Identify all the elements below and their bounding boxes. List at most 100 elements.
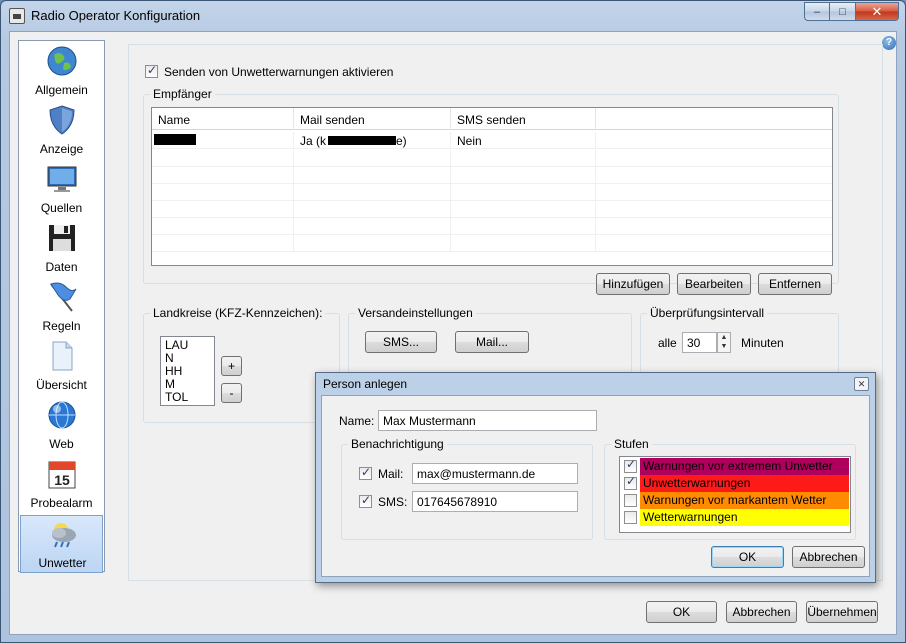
interval-spinner[interactable]: ▲ ▼ <box>717 332 731 353</box>
sms-settings-button[interactable]: SMS... <box>365 331 437 353</box>
interval-prefix: alle <box>658 336 677 350</box>
web-globe-icon <box>48 401 76 429</box>
level-weather-checkbox[interactable] <box>624 511 637 524</box>
recipients-group: Empfänger Name Mail senden SMS senden Ja… <box>143 87 839 295</box>
mail-input[interactable]: max@mustermann.de <box>412 463 578 484</box>
level-weather-label: Wetterwarnungen <box>640 509 849 526</box>
recipients-list[interactable]: Name Mail senden SMS senden Ja (k e) Nei… <box>151 107 833 266</box>
sidebar-item-label: Daten <box>45 260 78 274</box>
column-sms[interactable]: SMS senden <box>451 108 596 130</box>
list-item <box>152 184 832 201</box>
cancel-button[interactable]: Abbrechen <box>726 601 797 623</box>
districts-group: Landkreise (KFZ-Kennzeichen): LAU N HH M… <box>143 306 340 423</box>
sidebar-item-label: Übersicht <box>36 378 87 392</box>
levels-group: Stufen Warnungen vor extremem Unwetter U… <box>604 437 856 540</box>
districts-group-title: Landkreise (KFZ-Kennzeichen): <box>150 306 326 320</box>
person-dialog: Person anlegen ✕ Name: Max Mustermann Be… <box>315 372 876 583</box>
add-recipient-button[interactable]: Hinzufügen <box>596 273 670 295</box>
sidebar-item-unwetter[interactable]: Unwetter <box>20 515 103 573</box>
svg-text:15: 15 <box>54 472 70 488</box>
sidebar-item-uebersicht[interactable]: Übersicht <box>20 338 103 396</box>
recipient-name-cell <box>152 132 294 149</box>
window-title: Radio Operator Konfiguration <box>31 8 201 23</box>
level-marked-row[interactable]: Warnungen vor markantem Wetter <box>620 492 850 509</box>
remove-recipient-button[interactable]: Entfernen <box>758 273 832 295</box>
list-item <box>152 150 832 167</box>
level-marked-checkbox[interactable] <box>624 494 637 507</box>
sidebar-item-label: Allgemein <box>35 83 88 97</box>
help-icon[interactable]: ? <box>882 36 896 50</box>
dialog-cancel-button[interactable]: Abbrechen <box>792 546 865 568</box>
name-input[interactable]: Max Mustermann <box>378 410 597 431</box>
document-icon <box>52 341 73 371</box>
list-item[interactable]: TOL <box>165 391 210 404</box>
list-item <box>152 218 832 235</box>
recipient-filler-cell <box>596 132 832 149</box>
interval-input[interactable]: 30 <box>682 332 717 353</box>
dialog-client-area: Name: Max Mustermann Benachrichtigung Ma… <box>321 395 870 577</box>
column-mail[interactable]: Mail senden <box>294 108 451 130</box>
minimize-button[interactable]: – <box>804 2 830 21</box>
level-severe-row[interactable]: Unwetterwarnungen <box>620 475 850 492</box>
name-label: Name: <box>339 414 375 428</box>
ok-button[interactable]: OK <box>646 601 717 623</box>
level-extreme-checkbox[interactable] <box>624 458 637 473</box>
interval-unit: Minuten <box>741 336 784 350</box>
sidebar-item-regeln[interactable]: Regeln <box>20 279 103 337</box>
mail-label: Mail: <box>378 467 404 481</box>
maximize-button[interactable]: □ <box>830 2 856 21</box>
sidebar-item-label: Anzeige <box>39 142 84 156</box>
apply-button[interactable]: Übernehmen <box>806 601 878 623</box>
sidebar-item-web[interactable]: Web <box>20 397 103 455</box>
level-marked-label: Warnungen vor markantem Wetter <box>640 492 849 509</box>
dialog-close-button[interactable]: ✕ <box>854 377 869 391</box>
mail-checkbox[interactable] <box>359 465 372 480</box>
enable-warnings-checkbox[interactable] <box>145 63 158 78</box>
mail-settings-button[interactable]: Mail... <box>455 331 529 353</box>
recipient-sms-cell: Nein <box>451 132 596 149</box>
sms-label: SMS: <box>378 495 408 509</box>
table-row[interactable]: Ja (k e) Nein <box>152 132 832 149</box>
monitor-icon <box>47 166 77 192</box>
districts-listbox[interactable]: LAU N HH M TOL <box>160 336 215 406</box>
add-district-button[interactable]: + <box>221 356 242 376</box>
recipients-list-header: Name Mail senden SMS senden <box>152 108 832 130</box>
edit-recipient-button[interactable]: Bearbeiten <box>677 273 751 295</box>
remove-district-button[interactable]: - <box>221 383 242 403</box>
redaction-block <box>154 134 196 145</box>
dialog-ok-button[interactable]: OK <box>711 546 784 568</box>
floppy-disk-icon <box>49 225 75 251</box>
interval-group: Überprüfungsintervall alle 30 ▲ ▼ Minute… <box>640 306 839 373</box>
shield-icon <box>49 105 75 135</box>
dialog-title: Person anlegen <box>323 377 408 391</box>
sms-checkbox[interactable] <box>359 493 372 508</box>
redaction-block <box>328 136 396 145</box>
sidebar-item-daten[interactable]: Daten <box>20 220 103 278</box>
level-severe-checkbox[interactable] <box>624 475 637 490</box>
level-extreme-row[interactable]: Warnungen vor extremem Unwetter <box>620 458 850 475</box>
sms-input[interactable]: 017645678910 <box>412 491 578 512</box>
sidebar-item-probealarm[interactable]: 15 Probealarm <box>20 456 103 514</box>
list-item <box>152 201 832 218</box>
sidebar-item-allgemein[interactable]: Allgemein <box>20 43 103 101</box>
title-bar[interactable]: Radio Operator Konfiguration – □ ✕ <box>1 1 905 31</box>
column-name[interactable]: Name <box>152 108 294 130</box>
levels-checklist[interactable]: Warnungen vor extremem Unwetter Unwetter… <box>619 456 851 533</box>
sending-group-title: Versandeinstellungen <box>355 306 476 320</box>
level-extreme-label: Warnungen vor extremem Unwetter <box>640 458 849 475</box>
window-controls: – □ ✕ <box>804 2 899 21</box>
recipient-mail-cell: Ja (k e) <box>294 132 451 149</box>
sidebar-item-anzeige[interactable]: Anzeige <box>20 102 103 160</box>
close-button[interactable]: ✕ <box>856 2 899 21</box>
sidebar-item-label: Regeln <box>42 319 81 333</box>
spin-down-icon[interactable]: ▼ <box>718 342 730 351</box>
sidebar-item-label: Probealarm <box>30 496 93 510</box>
sidebar: Allgemein Anzeige Quellen Daten Regeln Ü… <box>18 40 105 573</box>
level-severe-label: Unwetterwarnungen <box>640 475 849 492</box>
sidebar-item-quellen[interactable]: Quellen <box>20 161 103 219</box>
globe-icon <box>47 46 77 76</box>
level-weather-row[interactable]: Wetterwarnungen <box>620 509 850 526</box>
enable-warnings-label: Senden von Unwetterwarnungen aktivieren <box>164 65 394 79</box>
notification-group: Benachrichtigung Mail: max@mustermann.de… <box>341 437 593 540</box>
spin-up-icon[interactable]: ▲ <box>718 333 730 342</box>
